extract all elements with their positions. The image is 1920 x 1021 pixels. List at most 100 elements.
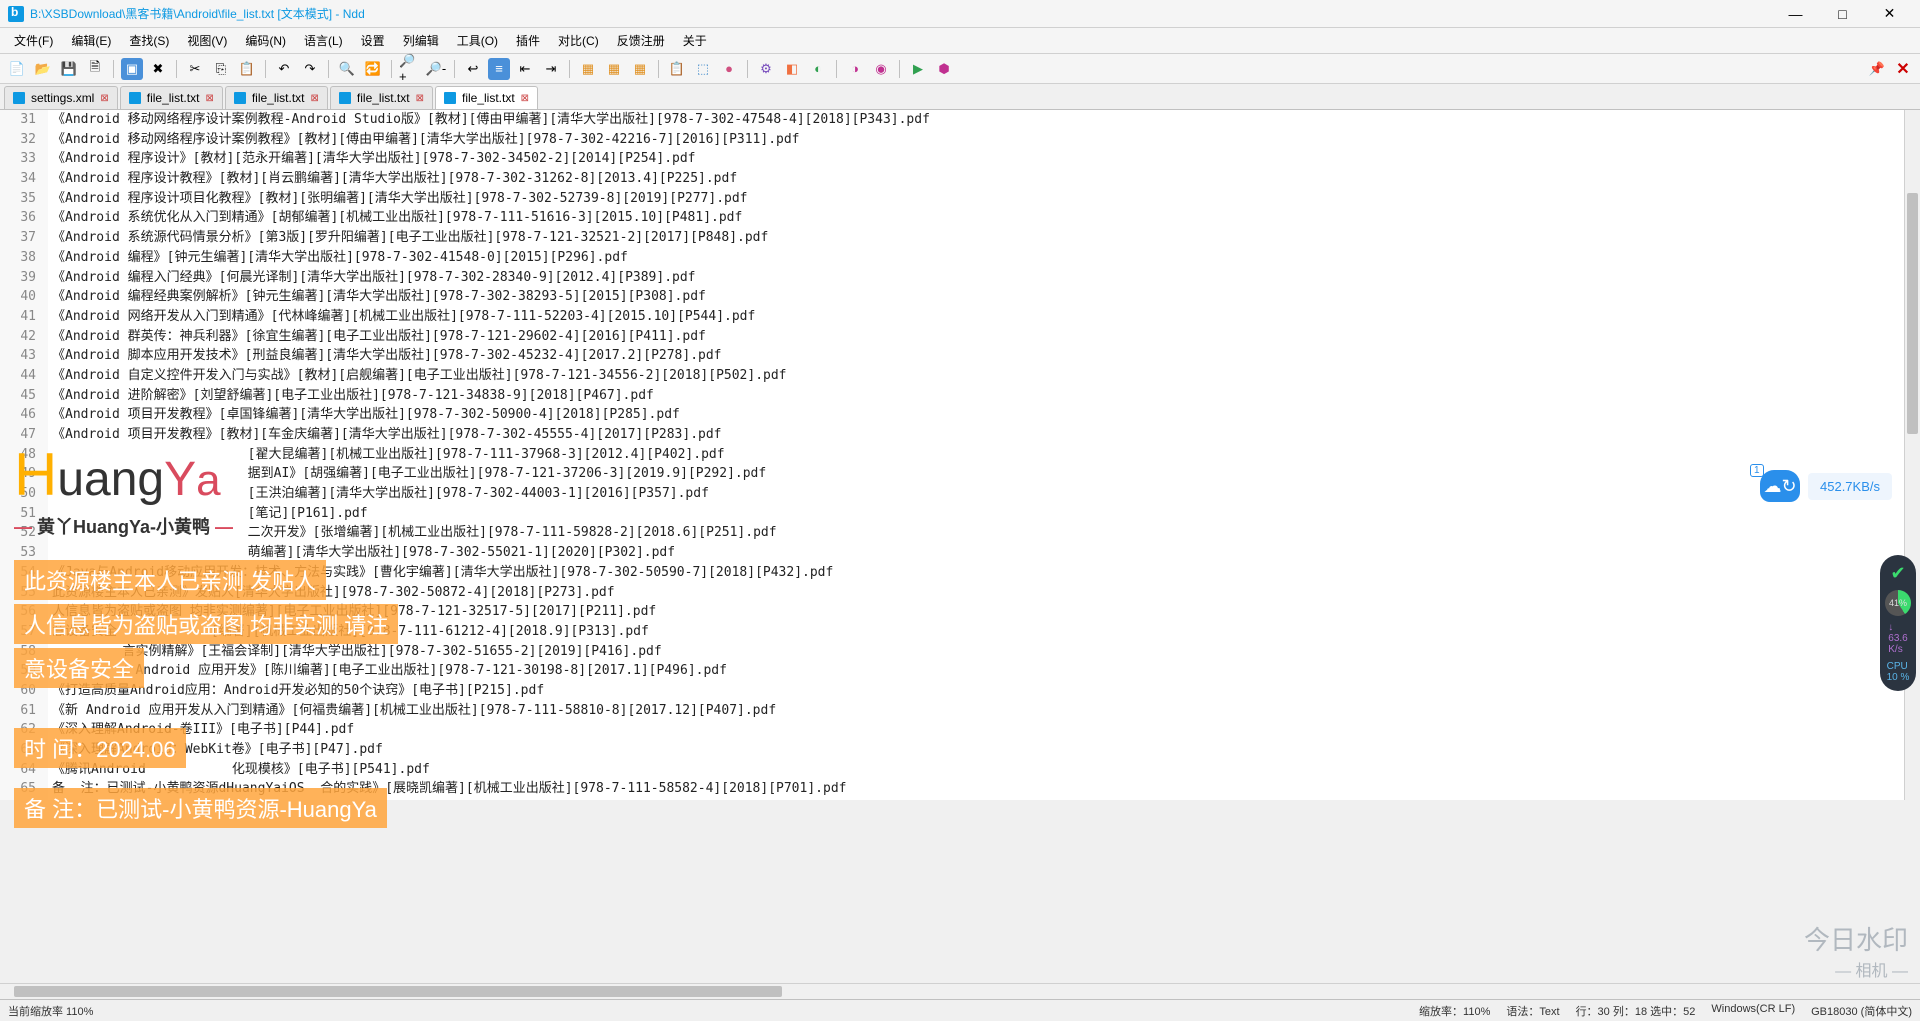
- file-tab-1[interactable]: file_list.txt⊠: [120, 86, 223, 109]
- tab-close-icon[interactable]: ⊠: [311, 93, 319, 104]
- file-tab-4[interactable]: file_list.txt⊠: [435, 86, 538, 109]
- code-line[interactable]: 《Android 网络开发从入门到精通》[代林峰编著][机械工业出版社][978…: [48, 307, 1904, 327]
- redo-icon[interactable]: ↷: [299, 58, 321, 80]
- close-button[interactable]: ✕: [1867, 0, 1912, 28]
- menu-查找(S)[interactable]: 查找(S): [121, 29, 177, 52]
- code-line[interactable]: 人信息皆为盗贴或盗图 均非实测编著][电子工业出版社][978-7-121-32…: [48, 602, 1904, 622]
- panel-close-icon[interactable]: ✕: [1892, 58, 1914, 80]
- tb-icon-2[interactable]: ▦: [603, 58, 625, 80]
- tb-icon-4[interactable]: 📋: [666, 58, 688, 80]
- system-monitor-widget[interactable]: ✔ 41% ↓63.6K/s CPU10 %: [1880, 555, 1916, 691]
- code-line[interactable]: [王洪泊编著][清华大学出版社][978-7-302-44003-1][2016…: [48, 484, 1904, 504]
- code-line[interactable]: 《Android 系统源代码情景分析》[第3版][罗升阳编著][电子工业出版社]…: [48, 228, 1904, 248]
- tb-icon-8[interactable]: ◧: [781, 58, 803, 80]
- tab-close-icon[interactable]: ⊠: [100, 93, 108, 104]
- vertical-scrollbar[interactable]: [1904, 110, 1920, 800]
- replace-icon[interactable]: 🔁: [362, 58, 384, 80]
- code-line[interactable]: 《Android 编程经典案例解析》[钟元生编著][清华大学出版社][978-7…: [48, 287, 1904, 307]
- code-line[interactable]: 意设备安全 [编著][机械工业出版社][978-7-111-61212-4][2…: [48, 622, 1904, 642]
- close-file-icon[interactable]: ✖: [147, 58, 169, 80]
- status-encoding[interactable]: GB18030 (简体中文): [1811, 1003, 1912, 1019]
- code-line[interactable]: 《腾讯Android 化现模核》[电子书][P541].pdf: [48, 760, 1904, 780]
- file-tab-3[interactable]: file_list.txt⊠: [330, 86, 433, 109]
- tb-icon-10[interactable]: ◑: [844, 58, 866, 80]
- code-line[interactable]: 《Android 自定义控件开发入门与实战》[教材][启舰编著][电子工业出版社…: [48, 366, 1904, 386]
- menu-视图(V)[interactable]: 视图(V): [179, 29, 235, 52]
- cloud-download-widget[interactable]: 1☁↻ 452.7KB/s: [1760, 470, 1892, 502]
- code-line[interactable]: [笔记][P161].pdf: [48, 504, 1904, 524]
- code-line[interactable]: 《Android 项目开发教程》[教材][车金庆编著][清华大学出版社][978…: [48, 425, 1904, 445]
- code-line[interactable]: 言实例精解》[王福会译制][清华大学出版社][978-7-302-51655-2…: [48, 642, 1904, 662]
- show-symbols-icon[interactable]: ≡: [488, 58, 510, 80]
- tab-close-icon[interactable]: ⊠: [521, 93, 529, 104]
- code-line[interactable]: 《Android 群英传：神兵利器》[徐宜生编著][电子工业出版社][978-7…: [48, 327, 1904, 347]
- pin-icon[interactable]: 📌: [1866, 58, 1888, 80]
- code-line[interactable]: 《Android 脚本应用开发技术》[刑益良编著][清华大学出版社][978-7…: [48, 346, 1904, 366]
- new-file-icon[interactable]: 📄: [6, 58, 28, 80]
- code-line[interactable]: 《深入理解Android：WebKit卷》[电子书][P47].pdf: [48, 740, 1904, 760]
- indent-left-icon[interactable]: ⇤: [514, 58, 536, 80]
- cut-icon[interactable]: ✂: [184, 58, 206, 80]
- maximize-button[interactable]: □: [1820, 0, 1865, 28]
- code-line[interactable]: 《Android 进阶解密》[刘望舒编著][电子工业出版社][978-7-121…: [48, 386, 1904, 406]
- copy-icon[interactable]: ⎘: [210, 58, 232, 80]
- tab-close-icon[interactable]: ⊠: [416, 93, 424, 104]
- code-line[interactable]: 《Android 编程入门经典》[何晨光译制][清华大学出版社][978-7-3…: [48, 268, 1904, 288]
- zoom-out-icon[interactable]: 🔎-: [425, 58, 447, 80]
- save-icon[interactable]: 💾: [58, 58, 80, 80]
- indent-right-icon[interactable]: ⇥: [540, 58, 562, 80]
- undo-icon[interactable]: ↶: [273, 58, 295, 80]
- open-file-icon[interactable]: 📂: [32, 58, 54, 80]
- menu-对比(C)[interactable]: 对比(C): [550, 29, 607, 52]
- tb-icon-11[interactable]: ◉: [870, 58, 892, 80]
- tb-icon-1[interactable]: ▦: [577, 58, 599, 80]
- code-line[interactable]: ：Android 应用开发》[陈川编著][电子工业出版社][978-7-121-…: [48, 661, 1904, 681]
- save-all-icon[interactable]: 🗎: [84, 58, 106, 80]
- toolbar-mode-icon[interactable]: ▣: [121, 58, 143, 80]
- menu-编辑(E)[interactable]: 编辑(E): [63, 29, 119, 52]
- code-line[interactable]: [翟大昆编著][机械工业出版社][978-7-111-37968-3][2012…: [48, 445, 1904, 465]
- tb-icon-6[interactable]: ●: [718, 58, 740, 80]
- menu-列编辑[interactable]: 列编辑: [395, 29, 447, 52]
- code-line[interactable]: 《Android 编程》[钟元生编著][清华大学出版社][978-7-302-4…: [48, 248, 1904, 268]
- code-line[interactable]: 《新 Android 应用开发从入门到精通》[何福贵编著][机械工业出版社][9…: [48, 701, 1904, 721]
- code-line[interactable]: 《Android 系统优化从入门到精通》[胡郁编著][机械工业出版社][978-…: [48, 208, 1904, 228]
- word-wrap-icon[interactable]: ↩: [462, 58, 484, 80]
- tab-close-icon[interactable]: ⊠: [205, 93, 213, 104]
- code-line[interactable]: 《Android 移动网络程序设计案例教程-Android Studio版》[教…: [48, 110, 1904, 130]
- code-line[interactable]: 据到AI》[胡强编著][电子工业出版社][978-7-121-37206-3][…: [48, 464, 1904, 484]
- horizontal-scrollbar[interactable]: [0, 983, 1920, 999]
- tb-icon-5[interactable]: ⬚: [692, 58, 714, 80]
- tb-icon-9[interactable]: ◐: [807, 58, 829, 80]
- minimize-button[interactable]: —: [1773, 0, 1818, 28]
- menu-编码(N)[interactable]: 编码(N): [237, 29, 294, 52]
- zoom-in-icon[interactable]: 🔎+: [399, 58, 421, 80]
- menu-插件[interactable]: 插件: [508, 29, 548, 52]
- search-icon[interactable]: 🔍: [336, 58, 358, 80]
- code-line[interactable]: 《Android 程序设计》[教材][范永开编著][清华大学出版社][978-7…: [48, 149, 1904, 169]
- status-eol[interactable]: Windows(CR LF): [1711, 1003, 1795, 1019]
- menu-反馈注册[interactable]: 反馈注册: [609, 29, 673, 52]
- code-line[interactable]: 《Android 程序设计项目化教程》[教材][张明编著][清华大学出版社][9…: [48, 189, 1904, 209]
- tb-icon-12[interactable]: ▶: [907, 58, 929, 80]
- code-line[interactable]: 《打造高质量Android应用：Android开发必知的50个诀窍》[电子书][…: [48, 681, 1904, 701]
- code-line[interactable]: 《Android 程序设计教程》[教材][肖云鹏编著][清华大学出版社][978…: [48, 169, 1904, 189]
- code-line[interactable]: 备 注：已测试-小黄鸭资源dHuangYaiOS 合的实践》[展晓凯编著][机械…: [48, 779, 1904, 799]
- menu-设置[interactable]: 设置: [353, 29, 393, 52]
- code-line[interactable]: 《深入理解Android-卷III》[电子书][P44].pdf: [48, 720, 1904, 740]
- paste-icon[interactable]: 📋: [236, 58, 258, 80]
- code-line[interactable]: 此资源楼主本人已亲测》发贴人[清华大学出版社][978-7-302-50872-…: [48, 583, 1904, 603]
- menu-关于[interactable]: 关于: [675, 29, 715, 52]
- tb-icon-13[interactable]: ⬢: [933, 58, 955, 80]
- tb-icon-3[interactable]: ▦: [629, 58, 651, 80]
- code-line[interactable]: 《Android 移动网络程序设计案例教程》[教材][傅由甲编著][清华大学出版…: [48, 130, 1904, 150]
- menu-语言(L)[interactable]: 语言(L): [296, 29, 351, 52]
- menu-工具(O)[interactable]: 工具(O): [449, 29, 506, 52]
- code-line[interactable]: 萌编著][清华大学出版社][978-7-302-55021-1][2020][P…: [48, 543, 1904, 563]
- code-line[interactable]: 《Java与Android移动应用开发：技术、方法与实践》[曹化宇编著][清华大…: [48, 563, 1904, 583]
- tb-icon-7[interactable]: ⚙: [755, 58, 777, 80]
- file-tab-2[interactable]: file_list.txt⊠: [225, 86, 328, 109]
- menu-文件(F)[interactable]: 文件(F): [6, 29, 61, 52]
- code-line[interactable]: 《Android 项目开发教程》[卓国锋编著][清华大学出版社][978-7-3…: [48, 405, 1904, 425]
- code-line[interactable]: 二次开发》[张增编著][机械工业出版社][978-7-111-59828-2][…: [48, 523, 1904, 543]
